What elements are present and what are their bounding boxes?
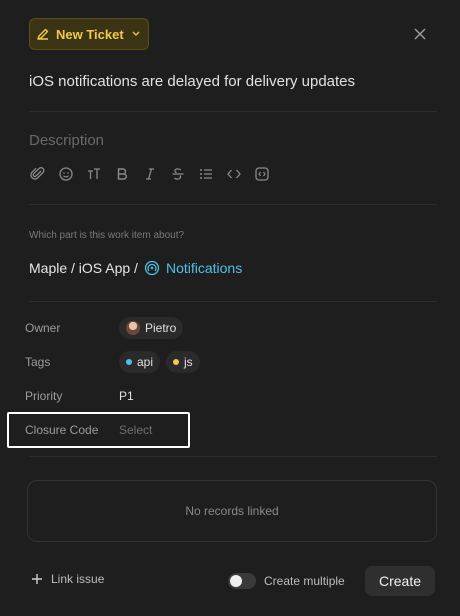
work-item-hint: Which part is this work item about? [29,230,185,241]
bold-icon[interactable] [113,165,131,183]
field-label: Priority [25,389,63,403]
tag-name: js [184,355,193,369]
italic-icon[interactable] [141,165,159,183]
field-priority: Priority P1 [25,382,437,410]
ticket-type-label: New Ticket [56,26,124,42]
path-prefix: Maple / iOS App / [29,260,138,276]
tag-chip-api[interactable]: api [119,351,161,373]
create-multiple-label: Create multiple [264,574,345,588]
pencil-icon [36,27,50,41]
path-node[interactable]: Notifications [144,260,242,276]
path-node-label: Notifications [165,260,243,276]
emoji-icon[interactable] [57,165,75,183]
tag-chip-js[interactable]: js [166,351,200,373]
code-block-icon[interactable] [253,165,271,183]
formatting-toolbar [29,165,271,183]
field-tags: Tags api js [25,348,437,376]
create-button[interactable]: Create [365,566,435,596]
owner-chip[interactable]: Pietro [119,317,184,339]
tag-name: api [137,355,154,369]
broadcast-icon [144,260,160,276]
tag-color-dot [126,359,132,365]
plus-icon [31,573,43,585]
ticket-type-selector[interactable]: New Ticket [29,18,149,50]
field-label: Owner [25,321,61,335]
list-icon[interactable] [197,165,215,183]
avatar [126,321,140,335]
header: New Ticket [29,18,440,50]
divider [29,456,437,457]
create-multiple-toggle[interactable] [228,573,256,589]
owner-name: Pietro [145,321,177,335]
attach-icon[interactable] [29,165,47,183]
chevron-down-icon [132,31,140,37]
field-label: Tags [25,355,51,369]
strikethrough-icon[interactable] [169,165,187,183]
close-icon[interactable] [410,24,430,44]
ticket-title-input[interactable]: iOS notifications are delayed for delive… [29,73,355,90]
toggle-knob [230,575,242,587]
empty-records-text: No records linked [185,504,279,518]
link-issue-button[interactable]: Link issue [31,572,104,586]
divider [29,204,437,205]
tag-color-dot [173,359,180,365]
divider [29,301,437,302]
link-issue-label: Link issue [51,572,105,586]
text-size-icon[interactable] [85,165,103,183]
divider [29,111,437,112]
new-ticket-panel: New Ticket iOS notifications are delayed… [0,0,460,616]
focus-highlight [7,412,190,448]
field-owner: Owner Pietro [25,314,437,342]
description-input[interactable]: Description [29,132,104,149]
priority-value[interactable]: P1 [119,389,134,403]
linked-records-panel: No records linked [27,480,437,542]
code-icon[interactable] [225,165,243,183]
work-item-path[interactable]: Maple / iOS App / Notifications [29,260,242,276]
